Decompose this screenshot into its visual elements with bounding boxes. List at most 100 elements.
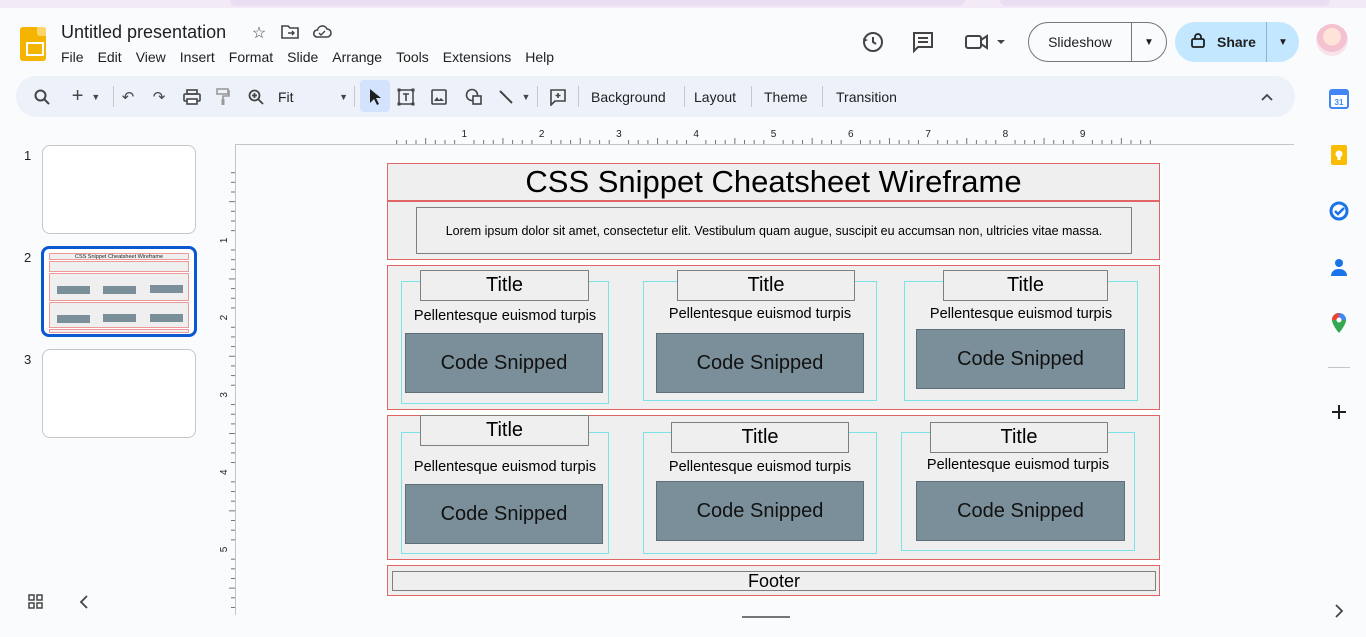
intro-text-box[interactable]: Lorem ipsum dolor sit amet, consectetur …: [416, 207, 1132, 254]
zoom-icon[interactable]: [244, 76, 268, 117]
search-icon[interactable]: [30, 76, 54, 117]
ruler-label: 7: [925, 129, 931, 140]
calendar-icon[interactable]: 31: [1328, 88, 1350, 110]
snippet-card-title[interactable]: Title: [930, 422, 1108, 453]
thumbnail-code-block: [150, 314, 183, 322]
history-icon[interactable]: [861, 30, 885, 54]
snippet-card-title[interactable]: Title: [420, 415, 589, 446]
menu-format[interactable]: Format: [229, 49, 280, 65]
ruler-label: 2: [539, 129, 545, 140]
add-comment-icon[interactable]: [546, 76, 570, 117]
theme-button[interactable]: Theme: [764, 76, 808, 117]
ruler-vertical[interactable]: 1 2 3 4 5: [219, 145, 235, 615]
chevron-left-icon[interactable]: [77, 594, 91, 612]
ruler-border: [235, 145, 236, 615]
star-icon[interactable]: ☆: [249, 24, 269, 44]
line-icon[interactable]: ▼: [494, 76, 534, 117]
zoom-value: Fit: [278, 88, 294, 105]
textbox-icon[interactable]: [394, 76, 418, 117]
toolbar-divider: [354, 86, 355, 107]
cloud-icon[interactable]: [312, 24, 332, 44]
menu-view[interactable]: View: [136, 49, 173, 65]
thumbnail-row-1: [49, 273, 189, 301]
print-icon[interactable]: [180, 76, 204, 117]
tasks-icon[interactable]: [1328, 200, 1350, 222]
share-text: Share: [1217, 34, 1256, 50]
keep-icon[interactable]: [1328, 144, 1350, 166]
code-snippet-block[interactable]: Code Snipped: [656, 333, 864, 393]
slide-thumbnail-2[interactable]: CSS Snippet Cheatsheet Wireframe: [41, 246, 197, 337]
transition-button[interactable]: Transition: [836, 76, 897, 117]
thumbnail-header-band: [49, 261, 189, 272]
code-snippet-block[interactable]: Code Snipped: [656, 481, 864, 541]
menu-slide[interactable]: Slide: [287, 49, 325, 65]
thumbnail-slide-canvas: CSS Snippet Cheatsheet Wireframe: [49, 252, 189, 333]
code-snippet-block[interactable]: Code Snipped: [405, 333, 603, 393]
code-snippet-block[interactable]: Code Snipped: [405, 484, 603, 544]
footer-section[interactable]: Footer: [387, 565, 1160, 596]
slideshow-button[interactable]: Slideshow ▼: [1028, 22, 1167, 62]
snippet-card-title[interactable]: Title: [677, 270, 855, 301]
background-button[interactable]: Background: [591, 76, 666, 117]
paint-format-icon[interactable]: [211, 76, 235, 117]
share-dropdown[interactable]: ▼: [1267, 37, 1299, 48]
grid-view-icon[interactable]: [27, 593, 45, 611]
comment-icon[interactable]: [911, 30, 935, 54]
ruler-label: 8: [1003, 129, 1009, 140]
menu-arrange[interactable]: Arrange: [332, 49, 389, 65]
thumbnail-code-block: [150, 285, 183, 293]
intro-section[interactable]: Lorem ipsum dolor sit amet, consectetur …: [387, 201, 1160, 260]
footer-text[interactable]: Footer: [392, 571, 1156, 591]
shape-icon[interactable]: [462, 76, 486, 117]
snippet-card-title[interactable]: Title: [671, 422, 849, 453]
contacts-icon[interactable]: [1328, 256, 1350, 278]
speaker-notes-handle[interactable]: [742, 616, 790, 618]
menu-extensions[interactable]: Extensions: [443, 49, 518, 65]
collapse-icon[interactable]: [1255, 76, 1279, 117]
share-label[interactable]: Share: [1175, 22, 1267, 62]
share-button[interactable]: Share ▼: [1175, 22, 1299, 62]
snippet-card-title[interactable]: Title: [943, 270, 1108, 301]
undo-icon[interactable]: ↶: [116, 76, 140, 117]
thumbnail-code-block: [103, 314, 136, 322]
menu-file[interactable]: File: [61, 49, 91, 65]
rail-divider: [1328, 367, 1350, 368]
add-icon[interactable]: [1328, 401, 1350, 423]
snippet-card-text[interactable]: Pellentesque euismod turpis: [401, 308, 609, 324]
slide-thumbnail-3[interactable]: [42, 349, 196, 438]
avatar[interactable]: [1316, 24, 1348, 56]
ruler-horizontal[interactable]: 1 2 3 4 5 6 7 8 9: [235, 128, 1294, 144]
menu-help[interactable]: Help: [525, 49, 561, 65]
code-snippet-block[interactable]: Code Snipped: [916, 329, 1125, 389]
redo-icon[interactable]: ↷: [147, 76, 171, 117]
menu-edit[interactable]: Edit: [98, 49, 129, 65]
slideshow-dropdown[interactable]: ▼: [1132, 37, 1166, 48]
maps-icon[interactable]: [1328, 312, 1350, 334]
image-icon[interactable]: [427, 76, 451, 117]
zoom-select[interactable]: Fit ▼: [278, 76, 348, 117]
snippet-card-text[interactable]: Pellentesque euismod turpis: [401, 459, 609, 475]
thumbnail-code-block: [57, 286, 90, 294]
snippet-card-text[interactable]: Pellentesque euismod turpis: [643, 306, 877, 322]
move-icon[interactable]: [280, 24, 300, 44]
layout-button[interactable]: Layout: [694, 76, 736, 117]
doc-title[interactable]: Untitled presentation: [61, 22, 226, 43]
chevron-right-icon[interactable]: [1328, 600, 1350, 622]
menu-insert[interactable]: Insert: [180, 49, 222, 65]
new-slide-plus-icon[interactable]: + ▼: [66, 76, 106, 117]
ruler-label: 2: [219, 314, 230, 320]
slide-title[interactable]: CSS Snippet Cheatsheet Wireframe: [387, 163, 1160, 201]
slides-logo[interactable]: [20, 27, 46, 61]
thumbnail-footer: [49, 329, 189, 333]
snippet-card-text[interactable]: Pellentesque euismod turpis: [904, 306, 1138, 322]
menu-tools[interactable]: Tools: [396, 49, 436, 65]
snippet-card-text[interactable]: Pellentesque euismod turpis: [901, 457, 1135, 473]
slide-canvas[interactable]: CSS Snippet Cheatsheet Wireframe Lorem i…: [385, 160, 1162, 598]
code-snippet-block[interactable]: Code Snipped: [916, 481, 1125, 541]
select-icon[interactable]: [363, 76, 387, 117]
meet-icon[interactable]: [964, 30, 1008, 54]
snippet-card-text[interactable]: Pellentesque euismod turpis: [643, 459, 877, 475]
slide-thumbnail-1[interactable]: [42, 145, 196, 234]
snippet-card-title[interactable]: Title: [420, 270, 589, 301]
slideshow-label[interactable]: Slideshow: [1029, 23, 1132, 61]
